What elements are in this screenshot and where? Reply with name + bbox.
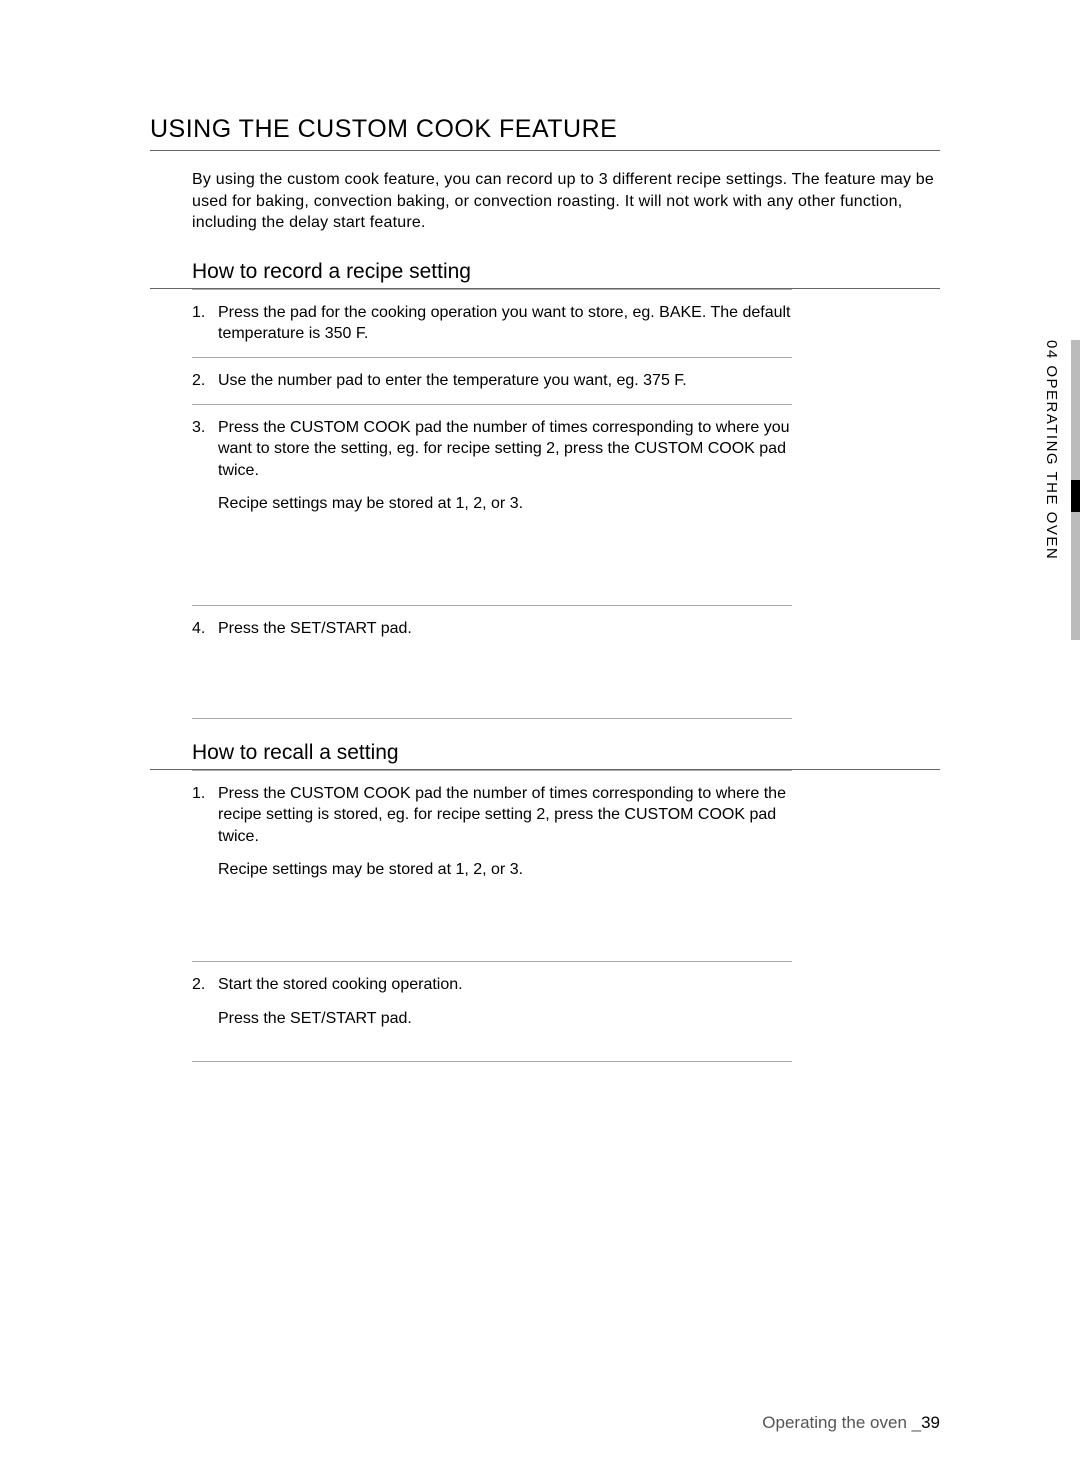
list-item: Start the stored cooking operation. Pres… [192,962,792,1062]
section1-steps: Press the pad for the cooking operation … [150,290,940,719]
list-item: Use the number pad to enter the temperat… [192,358,792,405]
list-item: Press the SET/START pad. [192,606,792,719]
list-item: Press the CUSTOM COOK pad the number of … [192,405,792,606]
side-tab [1071,340,1080,640]
step-text: Start the stored cooking operation. [218,976,463,993]
list-item: Press the pad for the cooking operation … [192,290,792,358]
step-sub: Recipe settings may be stored at 1, 2, o… [218,859,792,881]
step-text: Use the number pad to enter the temperat… [218,372,687,389]
step-sub: Recipe settings may be stored at 1, 2, o… [218,493,792,515]
step-text: Press the SET/START pad. [218,620,412,637]
section1-heading: How to record a recipe setting [150,260,940,289]
step-text: Press the pad for the cooking operation … [218,304,791,343]
step-text: Press the CUSTOM COOK pad the number of … [218,419,790,479]
step-text: Press the CUSTOM COOK pad the number of … [218,785,786,845]
list-item: Press the CUSTOM COOK pad the number of … [192,771,792,962]
intro-paragraph: By using the custom cook feature, you ca… [150,169,940,234]
section2-steps: Press the CUSTOM COOK pad the number of … [150,771,940,1063]
page-heading: USING THE CUSTOM COOK FEATURE [150,115,940,151]
page-number: 39 [921,1413,940,1432]
footer-text: Operating the oven _ [762,1413,921,1432]
side-tab-marker [1071,480,1080,512]
step-sub: Press the SET/START pad. [218,1008,792,1030]
side-section-label: 04 OPERATING THE OVEN [1043,340,1060,570]
footer: Operating the oven _39 [762,1413,940,1433]
section2-heading: How to recall a setting [150,741,940,770]
